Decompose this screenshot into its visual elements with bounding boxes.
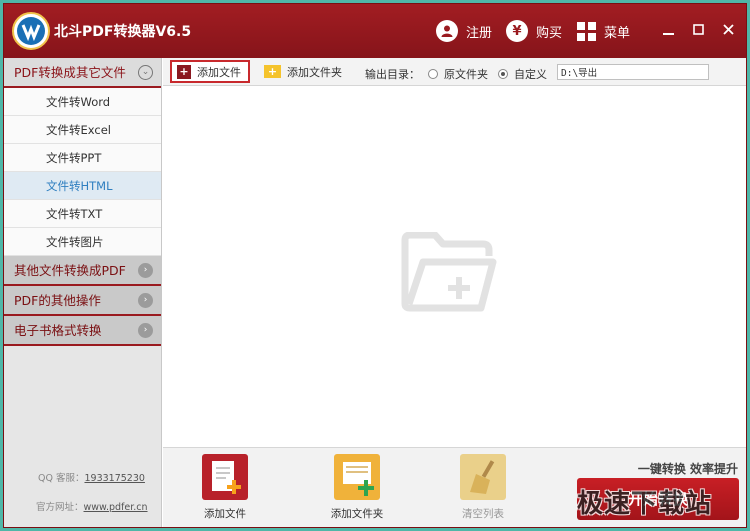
- sidebar-item-html[interactable]: 文件转HTML: [4, 172, 161, 200]
- section-other-to-pdf[interactable]: 其他文件转换成PDF ›: [4, 256, 161, 286]
- add-folder-big-icon: [334, 454, 380, 500]
- sidebar-footer: QQ 客服：1933175230 官方网址：www.pdfer.cn: [4, 470, 162, 517]
- sidebar-item-excel[interactable]: 文件转Excel: [4, 116, 161, 144]
- chevron-right-icon: ›: [138, 323, 153, 338]
- section-ebook-convert[interactable]: 电子书格式转换 ›: [4, 316, 161, 346]
- radio-original-label: 原文件夹: [444, 68, 488, 81]
- sidebar-item-image[interactable]: 文件转图片: [4, 228, 161, 256]
- minimize-icon: [662, 32, 674, 35]
- app-logo-icon: [12, 12, 50, 50]
- add-file-big-icon: [202, 454, 248, 500]
- bottom-add-file-button[interactable]: 添加文件: [190, 454, 260, 521]
- radio-circle-selected: [498, 69, 508, 79]
- section-label: PDF转换成其它文件: [14, 65, 126, 80]
- sidebar-item-txt[interactable]: 文件转TXT: [4, 200, 161, 228]
- qq-support: QQ 客服：1933175230: [4, 470, 162, 488]
- add-file-label: 添加文件: [197, 65, 241, 79]
- menu-label: 菜单: [604, 25, 631, 41]
- section-label: PDF的其他操作: [14, 293, 101, 308]
- chevron-right-icon: ›: [138, 293, 153, 308]
- close-button[interactable]: [716, 18, 740, 40]
- register-button[interactable]: 注册: [436, 18, 492, 44]
- sidebar: PDF转换成其它文件 ⌄ 文件转Word 文件转Excel 文件转PPT 文件转…: [4, 58, 162, 527]
- register-label: 注册: [466, 25, 493, 41]
- bottom-add-folder-button[interactable]: 添加文件夹: [322, 454, 392, 521]
- website-link[interactable]: www.pdfer.cn: [84, 502, 148, 513]
- buy-label: 购买: [536, 25, 563, 41]
- radio-custom-folder[interactable]: 自定义: [498, 66, 547, 82]
- title-bar: 北斗PDF转换器V6.5 注册 ¥ 购买 菜单: [4, 4, 746, 58]
- broom-icon: [460, 454, 506, 500]
- bottom-add-folder-label: 添加文件夹: [330, 508, 384, 520]
- chevron-right-icon: ›: [138, 263, 153, 278]
- radio-circle: [428, 69, 438, 79]
- qq-label: QQ 客服：: [38, 473, 85, 484]
- close-icon: [722, 23, 734, 35]
- add-file-icon: +: [177, 64, 191, 79]
- radio-original-folder[interactable]: 原文件夹: [428, 66, 488, 82]
- add-folder-button[interactable]: + 添加文件夹: [259, 60, 347, 83]
- bottom-bar: 添加文件 添加文件夹 清空列表 一键转换 效率提升 开始转换: [163, 447, 746, 527]
- app-title: 北斗PDF转换器V6.5: [54, 24, 192, 40]
- slogan-text: 一键转换 效率提升: [637, 462, 738, 476]
- user-icon: [436, 20, 458, 42]
- radio-custom-label: 自定义: [514, 68, 547, 81]
- website-row: 官方网址：www.pdfer.cn: [4, 499, 162, 517]
- start-convert-button[interactable]: 开始转换: [577, 478, 739, 520]
- grid-menu-icon: [577, 21, 596, 41]
- minimize-button[interactable]: [656, 18, 680, 40]
- bottom-clear-list-label: 清空列表: [462, 508, 504, 520]
- bottom-clear-list-button[interactable]: 清空列表: [448, 454, 518, 521]
- add-folder-label: 添加文件夹: [287, 65, 342, 79]
- section-label: 电子书格式转换: [14, 323, 102, 338]
- maximize-button[interactable]: [686, 18, 710, 40]
- sidebar-item-word[interactable]: 文件转Word: [4, 88, 161, 116]
- sidebar-item-ppt[interactable]: 文件转PPT: [4, 144, 161, 172]
- section-label: 其他文件转换成PDF: [14, 263, 126, 278]
- yen-icon: ¥: [506, 20, 528, 42]
- file-drop-area[interactable]: [163, 87, 746, 447]
- output-dir-label: 输出目录：: [365, 68, 420, 81]
- website-label: 官方网址：: [36, 502, 84, 513]
- toolbar: + 添加文件 + 添加文件夹 输出目录： 原文件夹 自定义: [163, 58, 746, 86]
- maximize-icon: [692, 23, 704, 35]
- app-window: 北斗PDF转换器V6.5 注册 ¥ 购买 菜单 PDF转换成其它文件 ⌄ 文件转…: [3, 3, 747, 528]
- chevron-down-icon: ⌄: [138, 65, 153, 80]
- menu-button[interactable]: 菜单: [577, 18, 630, 44]
- empty-folder-add-icon: [401, 232, 497, 312]
- output-path-input[interactable]: [557, 64, 709, 80]
- section-pdf-operations[interactable]: PDF的其他操作 ›: [4, 286, 161, 316]
- section-pdf-to-other[interactable]: PDF转换成其它文件 ⌄: [4, 58, 161, 88]
- buy-button[interactable]: ¥ 购买: [506, 18, 562, 44]
- qq-number-link[interactable]: 1933175230: [84, 473, 144, 484]
- add-folder-icon: +: [264, 65, 281, 78]
- add-file-button[interactable]: + 添加文件: [170, 60, 250, 83]
- bottom-add-file-label: 添加文件: [204, 508, 246, 520]
